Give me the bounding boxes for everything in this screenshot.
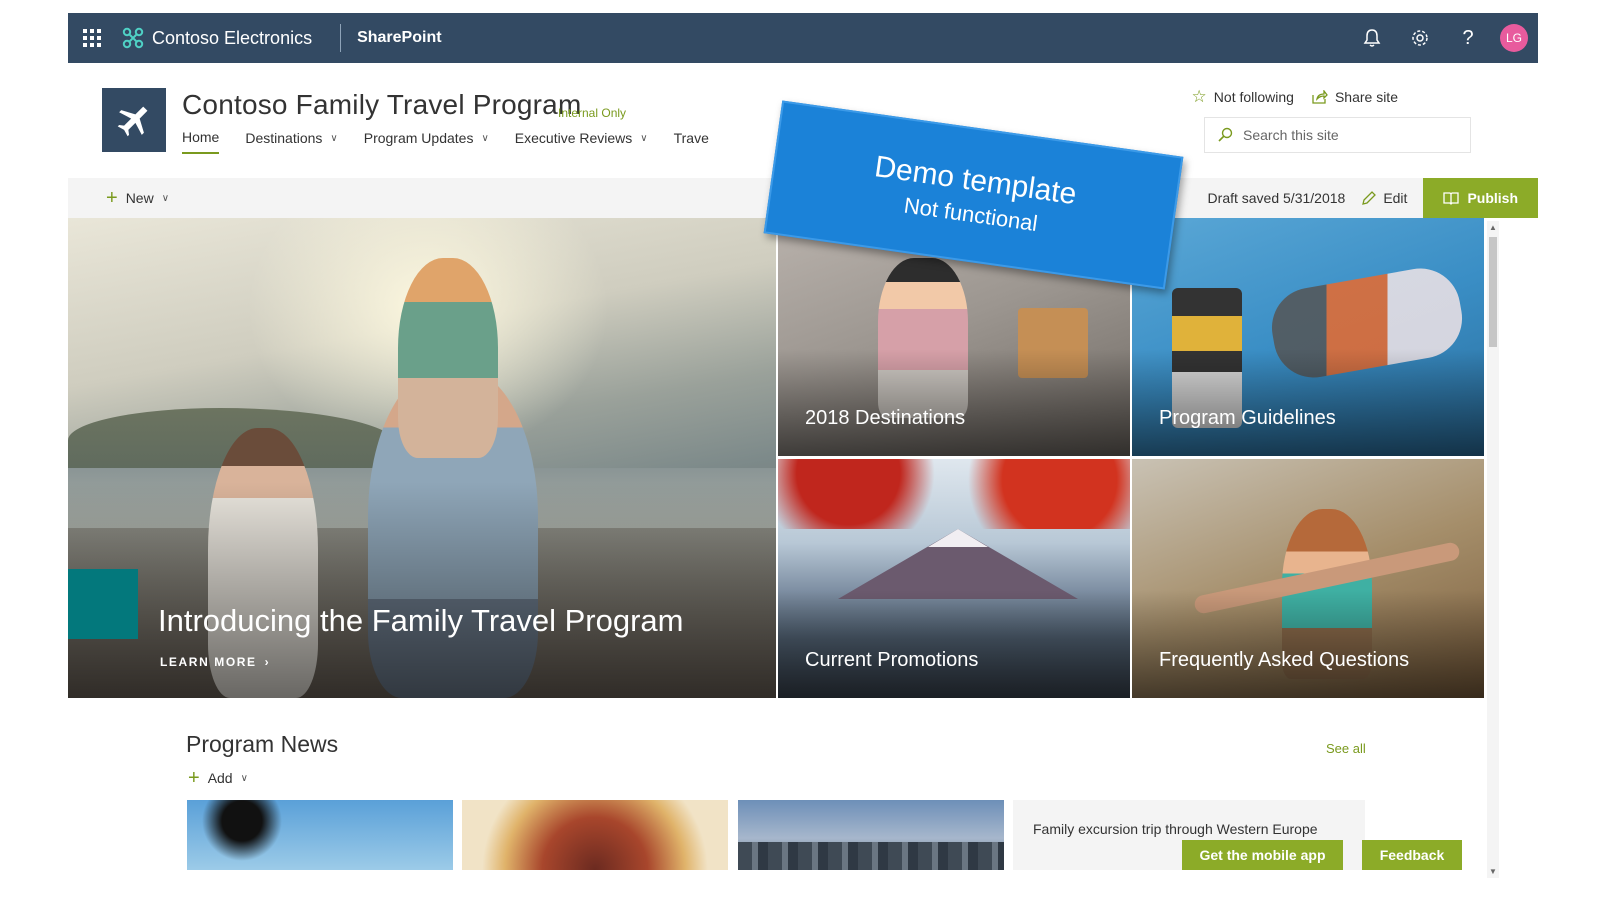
hero-accent-block (68, 569, 138, 639)
airplane-icon (117, 106, 148, 137)
tile-label: Program Guidelines (1159, 407, 1336, 429)
tile-label: 2018 Destinations (805, 407, 966, 429)
scroll-thumb[interactable] (1489, 237, 1497, 347)
site-title[interactable]: Contoso Family Travel Program (182, 89, 581, 121)
tile-shade (778, 590, 1130, 698)
plus-icon: + (188, 767, 200, 789)
news-card-food[interactable] (462, 800, 728, 870)
new-button[interactable]: + New ∨ (68, 188, 169, 208)
avatar[interactable]: LG (1500, 24, 1528, 52)
feedback-button[interactable]: Feedback (1362, 840, 1462, 870)
nav-label: Destinations (245, 130, 323, 146)
add-news-button[interactable]: + Add ∨ (188, 768, 248, 788)
get-mobile-app-button[interactable]: Get the mobile app (1182, 840, 1343, 870)
hero-tile-guidelines[interactable]: Program Guidelines (1132, 218, 1484, 456)
news-image-palm-tree (197, 800, 287, 870)
news-card-title: Family excursion trip through Western Eu… (1033, 821, 1318, 837)
org-name: Contoso Electronics (152, 27, 313, 48)
sharepoint-page: Contoso Electronics SharePoint ? LG Cont… (68, 13, 1538, 900)
follow-button[interactable]: ☆ Not following (1192, 87, 1294, 107)
follow-label: Not following (1213, 89, 1294, 105)
tile-image-mountain-snow (928, 529, 988, 547)
news-card-city[interactable] (738, 800, 1004, 870)
pencil-icon (1362, 190, 1377, 205)
publish-label: Publish (1467, 190, 1518, 206)
site-classification-label: Internal Only (558, 106, 627, 120)
publish-button[interactable]: Publish (1423, 178, 1538, 218)
news-card-palm[interactable] (187, 800, 453, 870)
scroll-up-icon[interactable]: ▲ (1487, 223, 1499, 232)
suite-actions: ? LG (1348, 13, 1538, 63)
news-section-title: Program News (186, 731, 339, 757)
chevron-down-icon: ∨ (330, 132, 338, 144)
chevron-down-icon: ∨ (640, 132, 648, 144)
news-image-skyline (738, 842, 1004, 870)
hero-title[interactable]: Introducing the Family Travel Program (158, 603, 684, 639)
suite-bar: Contoso Electronics SharePoint ? LG (68, 13, 1538, 63)
nav-label: Executive Reviews (514, 130, 633, 146)
settings-gear-icon[interactable] (1396, 13, 1444, 63)
draft-status: Draft saved 5/31/2018 (1207, 190, 1346, 206)
book-icon (1443, 192, 1460, 205)
hero-main-tile[interactable]: Introducing the Family Travel Program LE… (68, 218, 776, 698)
add-label: Add (207, 770, 233, 786)
nav-item-executive-reviews[interactable]: Executive Reviews ∨ (515, 129, 648, 154)
plus-icon: + (106, 187, 118, 209)
chevron-right-icon: › (264, 655, 271, 669)
org-brand[interactable]: Contoso Electronics (116, 24, 342, 52)
app-launcher-icon[interactable] (68, 13, 116, 63)
tile-label: Current Promotions (805, 649, 979, 671)
chevron-down-icon: ∨ (161, 192, 170, 204)
scroll-down-icon[interactable]: ▼ (1487, 867, 1499, 876)
search-placeholder: Search this site (1243, 127, 1339, 143)
star-icon: ☆ (1191, 87, 1207, 106)
new-label: New (125, 190, 154, 206)
share-site-button[interactable]: Share site (1312, 87, 1398, 107)
contoso-logo-icon (122, 27, 144, 49)
edit-button[interactable]: Edit (1361, 190, 1423, 206)
site-search-input[interactable]: Search this site (1204, 117, 1471, 153)
tile-shade (1132, 348, 1484, 456)
tile-label: Frequently Asked Questions (1159, 649, 1410, 671)
help-question-icon[interactable]: ? (1444, 13, 1492, 63)
search-icon (1218, 127, 1233, 142)
nav-label: Home (182, 129, 220, 145)
share-icon (1312, 90, 1328, 104)
nav-item-destinations[interactable]: Destinations ∨ (245, 129, 337, 154)
tile-image-red-leaves (778, 459, 1130, 529)
nav-item-home[interactable]: Home (182, 129, 220, 154)
hero-tile-promotions[interactable]: Current Promotions (778, 459, 1130, 698)
app-name[interactable]: SharePoint (341, 29, 441, 47)
nav-label: Program Updates (363, 130, 474, 146)
nav-item-program-updates[interactable]: Program Updates ∨ (364, 129, 489, 154)
hero-web-part: Introducing the Family Travel Program LE… (68, 218, 1493, 698)
learn-more-link[interactable]: LEARN MORE › (160, 655, 270, 669)
see-all-link[interactable]: See all (1326, 741, 1366, 756)
nav-item-travel-truncated[interactable]: Trave (674, 129, 709, 154)
edit-label: Edit (1383, 190, 1408, 206)
site-actions: ☆ Not following Share site (1192, 87, 1398, 107)
tile-shade (1132, 590, 1484, 698)
page-scrollbar[interactable]: ▲ ▼ (1487, 221, 1499, 878)
notifications-bell-icon[interactable] (1348, 13, 1396, 63)
hero-image-child (398, 258, 498, 458)
site-navigation: Home Destinations ∨ Program Updates ∨ Exec… (182, 129, 709, 154)
chevron-down-icon: ∨ (481, 132, 489, 144)
nav-label: Trave (673, 130, 709, 146)
tile-shade (778, 348, 1130, 456)
hero-tile-faq[interactable]: Frequently Asked Questions (1132, 459, 1484, 698)
site-logo[interactable] (102, 88, 166, 152)
chevron-down-icon: ∨ (240, 772, 248, 784)
learn-more-label: LEARN MORE (160, 655, 257, 669)
share-label: Share site (1334, 89, 1398, 105)
command-bar-right: Draft saved 5/31/2018 Edit Publish (1208, 178, 1538, 218)
